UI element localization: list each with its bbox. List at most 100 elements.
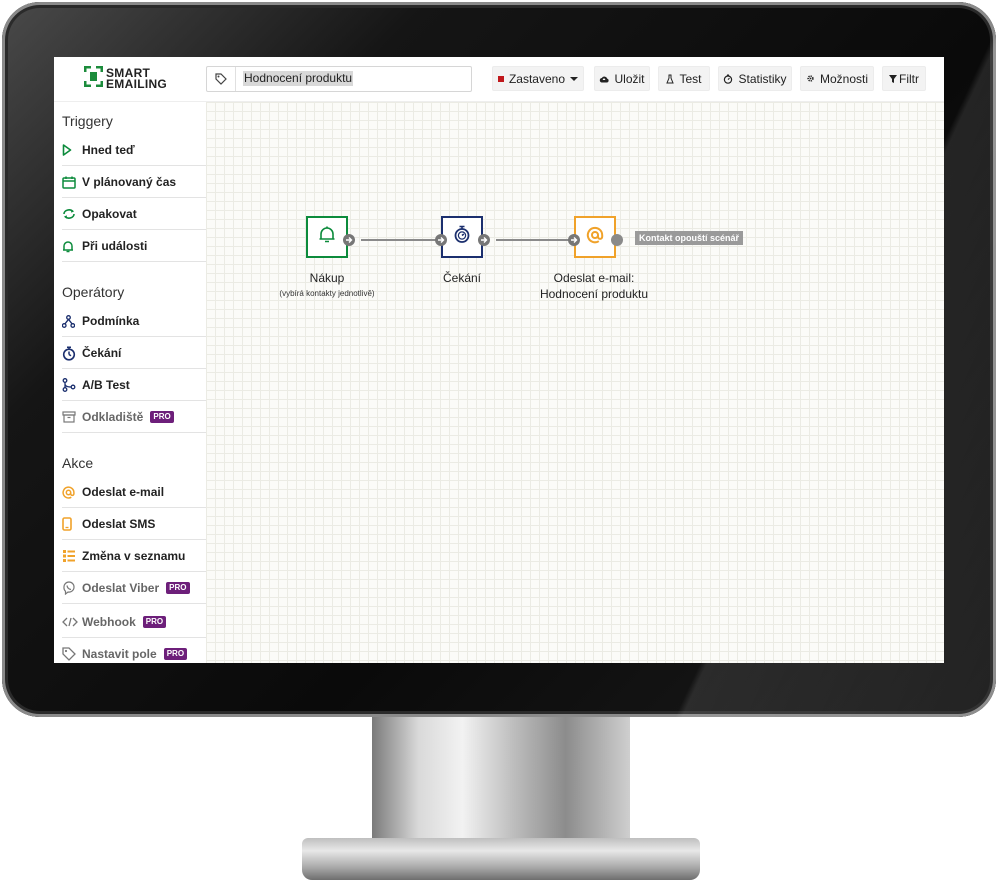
sidebar-item-label: Odeslat Viber: [82, 581, 160, 595]
node-sublabel: (vybírá kontakty jednotlivě): [279, 289, 375, 298]
pro-badge: PRO: [163, 648, 188, 660]
save-label: Uložit: [614, 71, 645, 86]
archive-box-icon: [62, 409, 82, 425]
pro-badge: PRO: [150, 411, 174, 423]
phone-icon: [62, 516, 82, 532]
sidebar-item-label: Odeslat e-mail: [82, 485, 165, 499]
sidebar-item-repeat[interactable]: Opakovat: [62, 199, 206, 230]
section-title-operators: Operátory: [62, 284, 125, 300]
pro-badge: PRO: [142, 616, 167, 628]
flask-icon: [666, 74, 675, 83]
sidebar-item-label: Odeslat SMS: [82, 517, 156, 531]
sidebar-item-label: Webhook: [82, 615, 136, 629]
options-label: Možnosti: [819, 71, 869, 86]
gear-icon: [807, 75, 814, 82]
stopwatch-icon: [62, 345, 82, 361]
filter-icon: [889, 74, 897, 83]
stopwatch-icon: [453, 225, 471, 249]
branch-icon: [62, 313, 82, 329]
sidebar-item-set-field[interactable]: Nastavit pole PRO: [62, 639, 206, 663]
flow-node-purchase[interactable]: [306, 216, 348, 258]
cloud-upload-icon: [600, 76, 610, 82]
sidebar-item-label: V plánovaný čas: [82, 175, 177, 189]
output-port[interactable]: [478, 234, 490, 246]
sidebar-item-scheduled[interactable]: V plánovaný čas: [62, 167, 206, 198]
scenario-name-value[interactable]: Hodnocení produktu: [243, 71, 354, 86]
tag-icon: [62, 646, 82, 662]
node-label-line1: Odeslat e-mail:: [553, 271, 635, 285]
bell-icon: [318, 225, 336, 249]
scenario-name-field[interactable]: Hodnocení produktu: [206, 66, 472, 92]
repeat-icon: [62, 206, 82, 222]
monitor-neck: [372, 717, 630, 845]
list-icon: [62, 548, 82, 564]
play-icon: [62, 142, 82, 158]
monitor-base: [302, 838, 700, 880]
filter-label: Filtr: [899, 71, 919, 86]
output-port[interactable]: [343, 234, 355, 246]
status-dropdown-button[interactable]: Zastaveno: [492, 66, 584, 91]
flow-edge[interactable]: [361, 239, 439, 241]
viber-icon: [62, 580, 82, 596]
node-label-line2: Hodnocení produktu: [539, 287, 649, 301]
filter-button[interactable]: Filtr: [882, 66, 926, 91]
exit-port[interactable]: [611, 234, 623, 246]
statistics-button[interactable]: Statistiky: [718, 66, 792, 91]
sidebar-item-send-email[interactable]: Odeslat e-mail: [62, 477, 206, 508]
at-icon: [586, 226, 604, 249]
ab-split-icon: [62, 377, 82, 393]
sidebar-item-label: Při události: [82, 239, 148, 253]
sidebar-item-condition[interactable]: Podmínka: [62, 306, 206, 337]
smartemailing-logo[interactable]: SMART EMAILING: [84, 66, 174, 90]
sidebar-item-label: Změna v seznamu: [82, 549, 186, 563]
sidebar-item-ab-test[interactable]: A/B Test: [62, 370, 206, 401]
flow-node-wait[interactable]: [441, 216, 483, 258]
sidebar-item-event[interactable]: Při události: [62, 231, 206, 262]
sidebar-item-label: Opakovat: [82, 207, 137, 221]
sidebar-item-webhook[interactable]: Webhook PRO: [62, 607, 206, 638]
input-port[interactable]: [568, 234, 580, 246]
app-screen: SMART EMAILING Hodnocení produktu Zastav…: [54, 57, 944, 663]
exit-label: Kontakt opouští scénář: [635, 231, 744, 245]
sidebar-item-label: A/B Test: [82, 378, 130, 392]
sidebar-item-send-sms[interactable]: Odeslat SMS: [62, 509, 206, 540]
sidebar-item-wait[interactable]: Čekání: [62, 338, 206, 369]
flow-node-send-email[interactable]: [574, 216, 616, 258]
test-button[interactable]: Test: [658, 66, 710, 91]
bell-icon: [62, 238, 82, 254]
sidebar-item-now[interactable]: Hned teď: [62, 135, 206, 166]
pro-badge: PRO: [166, 582, 190, 594]
section-title-triggers: Triggery: [62, 113, 113, 129]
stopwatch-small-icon: [724, 74, 733, 84]
sidebar-item-storage[interactable]: Odkladiště PRO: [62, 402, 206, 433]
calendar-icon: [62, 174, 82, 190]
sidebar-item-label: Hned teď: [82, 143, 135, 157]
tag-icon: [207, 67, 236, 91]
sidebar-item-label: Nastavit pole: [82, 647, 157, 661]
sidebar-item-list-change[interactable]: Změna v seznamu: [62, 541, 206, 572]
sidebar-item-label: Čekání: [82, 346, 122, 360]
sidebar-item-send-viber[interactable]: Odeslat Viber PRO: [62, 573, 206, 604]
node-label: Čekání: [442, 271, 482, 285]
node-label: Nákup: [309, 271, 345, 285]
smartemailing-logo-icon: [84, 66, 103, 87]
options-button[interactable]: Možnosti: [800, 66, 874, 91]
input-port[interactable]: [435, 234, 447, 246]
at-icon: [62, 484, 82, 500]
status-label: Zastaveno: [508, 71, 566, 86]
statistics-label: Statistiky: [738, 71, 787, 86]
node-label: Odeslat e-mail: Hodnocení produktu: [524, 270, 664, 302]
node-palette-sidebar: Triggery Hned teď V plánovaný čas Opakov…: [54, 102, 206, 663]
flow-edge[interactable]: [496, 239, 574, 241]
stop-icon: [497, 75, 504, 82]
logo-text-line2: EMAILING: [106, 77, 168, 91]
sidebar-item-label: Odkladiště: [82, 410, 144, 424]
scenario-canvas[interactable]: Nákup (vybírá kontakty jednotlivě) Čekán…: [206, 102, 944, 663]
caret-down-icon: [570, 76, 579, 81]
code-icon: [62, 614, 82, 630]
sidebar-item-label: Podmínka: [82, 314, 140, 328]
save-button[interactable]: Uložit: [594, 66, 650, 91]
top-toolbar: SMART EMAILING Hodnocení produktu Zastav…: [54, 57, 944, 102]
test-label: Test: [679, 71, 702, 86]
section-title-actions: Akce: [62, 455, 94, 471]
